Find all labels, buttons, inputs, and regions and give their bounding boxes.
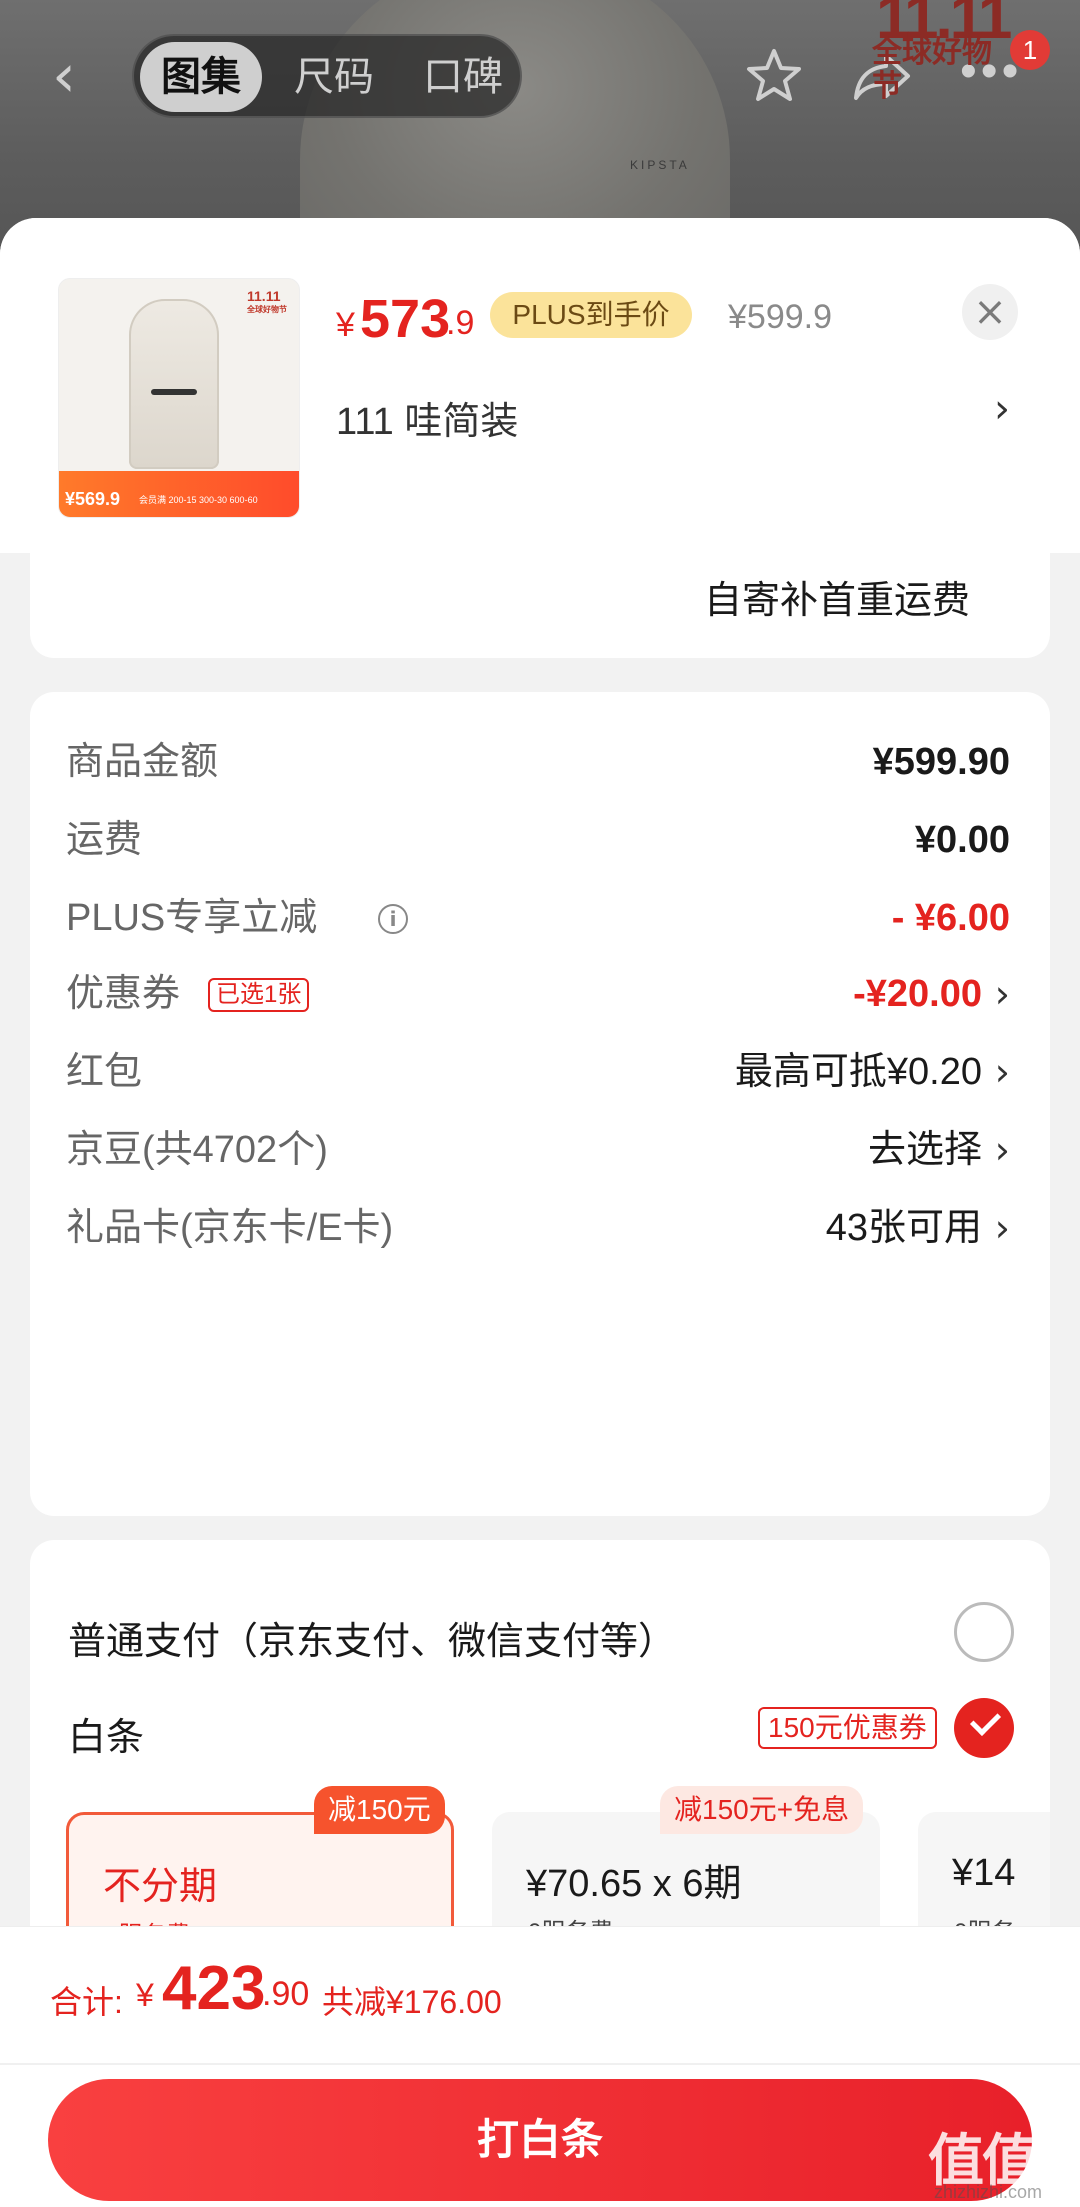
chevron-right-icon[interactable]: ›: [995, 1198, 1010, 1258]
plus-price-badge: PLUS到手价: [490, 292, 692, 338]
coat-brand-text: KIPSTA: [630, 158, 690, 172]
row-plus-discount: PLUS专享立减 i - ¥6.00: [66, 897, 1010, 939]
watermark-url: zhizhizhi.com: [934, 2182, 1043, 2202]
shipping-card: 自寄补首重运费: [30, 553, 1050, 658]
plan-tag: 减150元+免息: [660, 1786, 864, 1834]
close-icon[interactable]: ×: [962, 284, 1018, 340]
row-shipping-fee: 运费 ¥0.00: [66, 819, 1010, 861]
row-jingdou[interactable]: 京豆(共4702个) 去选择 ›: [66, 1120, 1038, 1180]
checkout-bottom-bar: 合计: ¥ 423 .90 共减¥176.00 打白条: [0, 1926, 1080, 2207]
shipping-note: 自寄补首重运费: [703, 580, 970, 622]
checkout-sheet: 11.11 全球好物节 ¥569.9 会员满 200-15 300-30 600…: [0, 218, 1080, 2207]
total-currency: ¥: [136, 1977, 154, 2013]
chevron-right-icon[interactable]: ›: [995, 1042, 1010, 1102]
promo-logo: 11.11 全球好物节: [872, 0, 1012, 103]
selected-variant[interactable]: 111 哇简装: [336, 390, 518, 445]
thumbnail-promo-logo: 11.11 全球好物节: [247, 288, 287, 314]
normal-payment-label[interactable]: 普通支付（京东支付、微信支付等）: [68, 1610, 676, 1665]
chevron-right-icon[interactable]: ›: [995, 964, 1010, 1024]
row-red-packet[interactable]: 红包 最高可抵¥0.20 ›: [66, 1042, 1038, 1102]
gallery-tabs: 图集 尺码 口碑: [132, 34, 522, 118]
chevron-right-icon[interactable]: ›: [994, 386, 1010, 432]
back-icon[interactable]: ‹: [52, 46, 102, 108]
normal-payment-radio[interactable]: [954, 1602, 1014, 1662]
row-goods-amount: 商品金额 ¥599.90: [66, 741, 1010, 783]
amount-summary-card: 商品金额 ¥599.90 运费 ¥0.00 PLUS专享立减 i - ¥6.00…: [30, 692, 1050, 1516]
info-icon[interactable]: i: [378, 904, 408, 934]
pay-baitiao-button[interactable]: 打白条: [48, 2079, 1032, 2201]
plan-tag: 减150元: [314, 1786, 445, 1834]
tab-reviews[interactable]: 口碑: [402, 42, 524, 112]
divider: [0, 2063, 1080, 2065]
tab-gallery[interactable]: 图集: [140, 42, 262, 112]
star-icon[interactable]: [744, 46, 804, 106]
tab-size[interactable]: 尺码: [274, 42, 394, 112]
row-coupon[interactable]: 优惠券 已选1张 -¥20.00 ›: [66, 964, 1038, 1024]
price-currency: ¥: [336, 306, 355, 344]
row-gift-card[interactable]: 礼品卡(京东卡/E卡) 43张可用 ›: [66, 1198, 1038, 1258]
baitiao-coupon-tag[interactable]: 150元优惠券: [758, 1707, 937, 1749]
baitiao-radio[interactable]: [954, 1698, 1014, 1758]
chevron-right-icon[interactable]: ›: [995, 1120, 1010, 1180]
baitiao-label[interactable]: 白条: [68, 1706, 144, 1761]
product-summary: 11.11 全球好物节 ¥569.9 会员满 200-15 300-30 600…: [0, 218, 1080, 553]
thumbnail-price-tag: ¥569.9 会员满 200-15 300-30 600-60: [59, 471, 299, 517]
original-price: ¥599.9: [728, 298, 832, 336]
thumbnail-coat-image: [129, 299, 219, 469]
price-integer: 573: [360, 289, 451, 349]
total-label: 合计:: [50, 1984, 123, 2020]
price-decimal: .9: [446, 304, 475, 342]
total-saved: 共减¥176.00: [322, 1984, 502, 2020]
product-thumbnail: 11.11 全球好物节 ¥569.9 会员满 200-15 300-30 600…: [58, 278, 300, 518]
total-amount-decimal: .90: [262, 1975, 310, 2013]
coupon-selected-tag: 已选1张: [208, 978, 310, 1012]
total-amount-integer: 423: [162, 1954, 266, 2023]
notification-badge: 1: [1010, 30, 1050, 70]
